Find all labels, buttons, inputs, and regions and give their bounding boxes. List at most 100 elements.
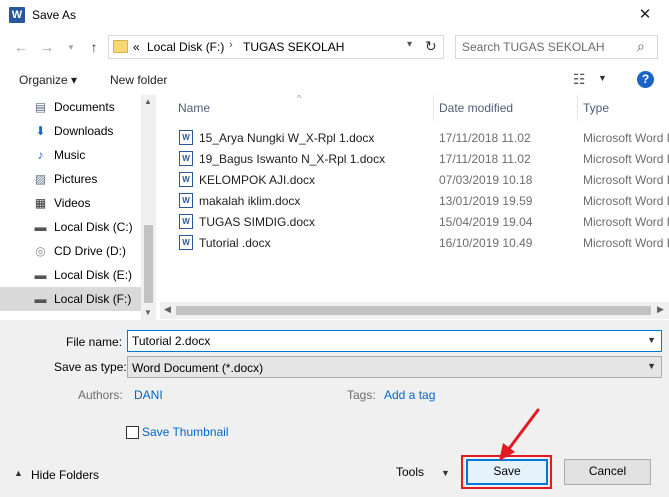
file-name: 19_Bagus Iswanto N_X-Rpl 1.docx <box>199 152 386 166</box>
music-icon: ♪ <box>37 148 44 162</box>
scroll-left-icon[interactable]: ◀ <box>164 304 171 315</box>
file-date: 15/04/2019 19.04 <box>439 215 533 229</box>
horizontal-scroll-thumb[interactable] <box>176 306 651 315</box>
save-as-type-label: Save as type: <box>54 360 127 374</box>
close-button[interactable]: ✕ <box>625 3 665 28</box>
nav-scrollbar[interactable]: ▲ ▼ <box>141 95 156 320</box>
file-name-field[interactable]: ▼ <box>127 330 662 352</box>
file-row[interactable]: W KELOMPOK AJI.docx 07/03/2019 10.18 Micros… <box>176 169 669 190</box>
nav-item-label: Local Disk (F:) <box>54 292 132 306</box>
breadcrumb-separator[interactable]: › <box>229 39 233 51</box>
drive-icon: ▬ <box>34 268 47 282</box>
file-name-label: File name: <box>66 335 123 349</box>
file-date: 07/03/2019 10.18 <box>439 173 533 187</box>
file-type: Microsoft Word D <box>583 152 669 166</box>
nav-item[interactable]: ◎ CD Drive (D:) <box>0 239 141 263</box>
nav-item-label: Pictures <box>54 172 98 186</box>
tags-input[interactable]: Add a tag <box>384 388 435 402</box>
scroll-down-icon[interactable]: ▼ <box>144 308 152 317</box>
search-icon[interactable]: ⌕ <box>637 38 645 55</box>
save-thumbnail-checkbox[interactable] <box>126 426 139 439</box>
nav-scroll-thumb[interactable] <box>144 225 153 303</box>
view-chevron-icon[interactable]: ▼ <box>598 73 607 83</box>
save-as-type-select[interactable]: Word Document (*.docx) ▼ <box>127 356 662 378</box>
search-box[interactable]: ⌕ <box>455 35 658 59</box>
folder-icon <box>113 40 128 53</box>
scroll-up-icon[interactable]: ▲ <box>144 97 152 106</box>
drive-icon: ▬ <box>34 292 47 306</box>
nav-item[interactable]: ▬ Local Disk (E:) <box>0 263 141 287</box>
chevron-up-icon: ▲ <box>14 468 23 478</box>
tags-label: Tags: <box>347 388 376 402</box>
search-input[interactable] <box>462 39 632 55</box>
new-folder-button[interactable]: New folder <box>110 73 167 87</box>
word-document-icon: W <box>179 151 193 166</box>
word-document-icon: W <box>179 235 193 250</box>
column-header-date[interactable]: Date modified <box>439 101 513 115</box>
file-type: Microsoft Word D <box>583 131 669 145</box>
file-row[interactable]: W 15_Arya Nungki W_X-Rpl 1.docx 17/11/2018… <box>176 127 669 148</box>
column-header-name[interactable]: Name <box>178 101 210 115</box>
address-row: ← → ▾ ↑ « Local Disk (F:) › TUGAS SEKOLA… <box>0 31 669 63</box>
arrow-shaft <box>503 408 540 456</box>
title-bar: W Save As ✕ <box>0 0 669 31</box>
file-row[interactable]: W Tutorial .docx 16/10/2019 10.49 Microsoft… <box>176 232 669 253</box>
nav-item[interactable]: ▬ Local Disk (F:) <box>0 287 141 311</box>
column-divider[interactable] <box>433 95 434 121</box>
file-date: 16/10/2019 10.49 <box>439 236 533 250</box>
nav-item-label: CD Drive (D:) <box>54 244 126 258</box>
word-document-icon: W <box>179 193 193 208</box>
save-button[interactable]: Save <box>466 459 548 485</box>
back-arrow-icon[interactable]: ← <box>12 38 30 56</box>
column-header-type[interactable]: Type <box>583 101 609 115</box>
video-icon: ▦ <box>34 196 47 210</box>
horizontal-scrollbar[interactable]: ◀ ▶ <box>160 302 669 319</box>
save-as-type-dropdown-icon[interactable]: ▼ <box>647 361 656 371</box>
nav-item-label: Documents <box>54 100 115 114</box>
address-history-chevron-icon[interactable]: ▾ <box>407 39 412 50</box>
nav-item[interactable]: ▨ Pictures <box>0 167 141 191</box>
refresh-icon[interactable]: ↻ <box>425 38 437 55</box>
file-name: TUGAS SIMDIG.docx <box>199 215 316 229</box>
file-date: 17/11/2018 11.02 <box>439 152 531 166</box>
address-bar[interactable]: « Local Disk (F:) › TUGAS SEKOLAH ▾ ↻ <box>108 35 444 59</box>
breadcrumb-tugas-sekolah[interactable]: TUGAS SEKOLAH <box>243 40 344 54</box>
authors-value[interactable]: DANI <box>134 388 163 402</box>
scroll-right-icon[interactable]: ▶ <box>657 304 664 315</box>
window-title: Save As <box>32 8 77 22</box>
command-bar: Organize ▾ New folder ☷ ▼ ? <box>0 63 669 95</box>
file-row[interactable]: W 19_Bagus Iswanto N_X-Rpl 1.docx 17/11/20… <box>176 148 669 169</box>
cancel-button[interactable]: Cancel <box>564 459 651 485</box>
breadcrumb-local-disk-f[interactable]: Local Disk (F:) <box>147 40 224 54</box>
tools-button[interactable]: Tools <box>396 465 424 479</box>
view-options-icon[interactable]: ☷ <box>573 71 586 88</box>
organize-button[interactable]: Organize ▾ <box>19 73 77 87</box>
file-row[interactable]: Wmakalah iklim.docx 13/01/2019 19.59 Micro… <box>176 190 669 211</box>
nav-item[interactable]: ♪ Music <box>0 143 141 167</box>
column-divider[interactable] <box>577 95 578 121</box>
file-name-dropdown-icon[interactable]: ▼ <box>647 335 656 345</box>
file-name-input[interactable] <box>132 333 632 349</box>
save-thumbnail-label[interactable]: Save Thumbnail <box>142 425 229 439</box>
recent-locations-chevron-icon[interactable]: ▾ <box>62 38 80 56</box>
tools-chevron-icon[interactable]: ▼ <box>441 468 450 478</box>
file-row[interactable]: W TUGAS SIMDIG.docx 15/04/2019 19.04 Micros… <box>176 211 669 232</box>
nav-item-label: Music <box>54 148 86 162</box>
cd-drive-icon: ◎ <box>35 244 46 258</box>
hide-folders-label: Hide Folders <box>31 468 100 482</box>
forward-arrow-icon[interactable]: → <box>38 38 56 56</box>
sort-caret-icon: ^ <box>297 95 302 103</box>
help-icon[interactable]: ? <box>637 71 654 88</box>
word-app-icon: W <box>9 7 25 23</box>
address-overflow[interactable]: « <box>133 40 140 54</box>
nav-item-label: Local Disk (E:) <box>54 268 133 282</box>
nav-item[interactable]: ⬇ Downloads <box>0 119 141 143</box>
file-name: Tutorial .docx <box>199 236 271 250</box>
nav-item[interactable]: ▦ Videos <box>0 191 141 215</box>
up-arrow-icon[interactable]: ↑ <box>85 38 103 56</box>
nav-item[interactable]: ▤ Documents <box>0 95 141 119</box>
nav-item[interactable]: ▬ Local Disk (C:) <box>0 215 141 239</box>
nav-item-label: Local Disk (C:) <box>54 220 133 234</box>
file-type: Microsoft Word D <box>583 236 669 250</box>
file-name: 15_Arya Nungki W_X-Rpl 1.docx <box>199 131 375 145</box>
